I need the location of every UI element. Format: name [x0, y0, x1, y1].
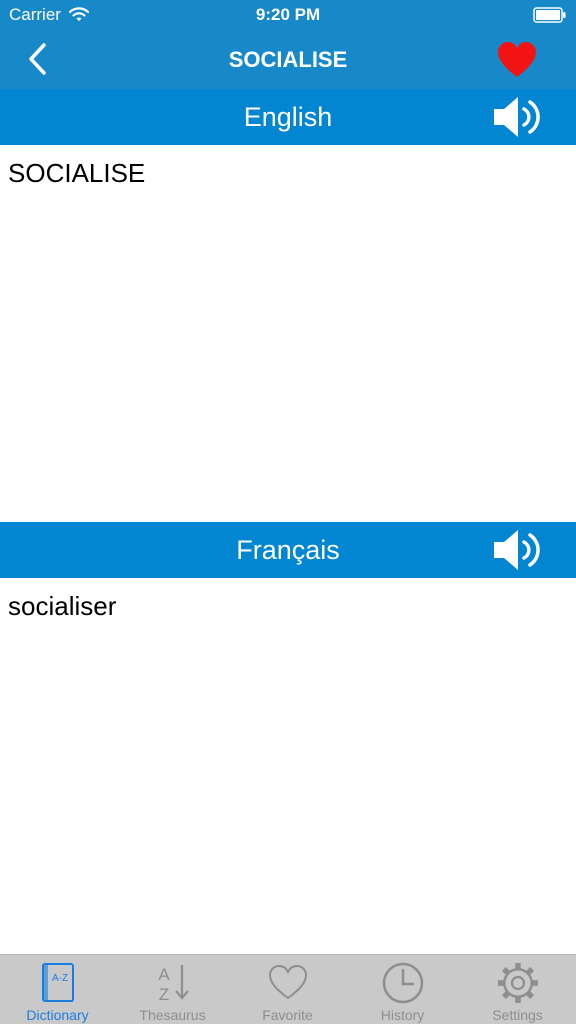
svg-text:A: A	[158, 965, 170, 984]
tab-dictionary-label: Dictionary	[26, 1007, 89, 1023]
target-language-bar: Français	[0, 522, 576, 578]
clock-icon	[382, 962, 424, 1004]
tab-settings-label: Settings	[492, 1007, 543, 1023]
tab-favorite-label: Favorite	[262, 1007, 313, 1023]
az-sort-icon: A Z	[158, 965, 189, 1004]
target-speak-button[interactable]	[492, 529, 544, 571]
svg-text:Z: Z	[159, 985, 169, 1004]
gear-icon	[498, 963, 538, 1003]
status-time: 9:20 PM	[255, 5, 321, 24]
heart-icon	[498, 42, 536, 77]
battery-icon	[533, 7, 566, 23]
tab-thesaurus[interactable]: A Z Thesaurus	[115, 955, 230, 1025]
heart-outline-icon	[268, 964, 308, 1000]
tab-settings[interactable]: Settings	[460, 955, 575, 1025]
status-bar: Carrier 9:20 PM	[0, 0, 576, 30]
target-text-area: socialiser	[0, 578, 576, 954]
source-text-area: SOCIALISE	[0, 145, 576, 522]
page-title: SOCIALISE	[228, 47, 348, 72]
target-language-label: Français	[236, 535, 340, 565]
source-language-label: English	[243, 102, 333, 132]
tab-history-label: History	[380, 1007, 425, 1023]
source-text: SOCIALISE	[8, 158, 146, 188]
tab-thesaurus-label: Thesaurus	[139, 1007, 206, 1023]
tab-history[interactable]: History	[345, 955, 460, 1025]
dictionary-book-icon: A-Z	[42, 963, 74, 1002]
tab-bar: A-Z Dictionary A Z Thesaurus Favorite Hi…	[0, 954, 576, 1024]
source-language-bar: English	[0, 89, 576, 145]
tab-dictionary[interactable]: A-Z Dictionary	[0, 955, 115, 1025]
source-speak-button[interactable]	[492, 96, 544, 138]
navigation-bar: SOCIALISE	[0, 30, 576, 90]
target-text: socialiser	[8, 591, 117, 621]
favorite-button[interactable]	[496, 40, 538, 80]
speaker-icon	[494, 530, 540, 570]
svg-text:A-Z: A-Z	[52, 973, 68, 984]
header: Carrier 9:20 PM SOCIALISE	[0, 0, 576, 90]
tab-favorite[interactable]: Favorite	[230, 955, 345, 1025]
speaker-icon	[494, 97, 540, 137]
